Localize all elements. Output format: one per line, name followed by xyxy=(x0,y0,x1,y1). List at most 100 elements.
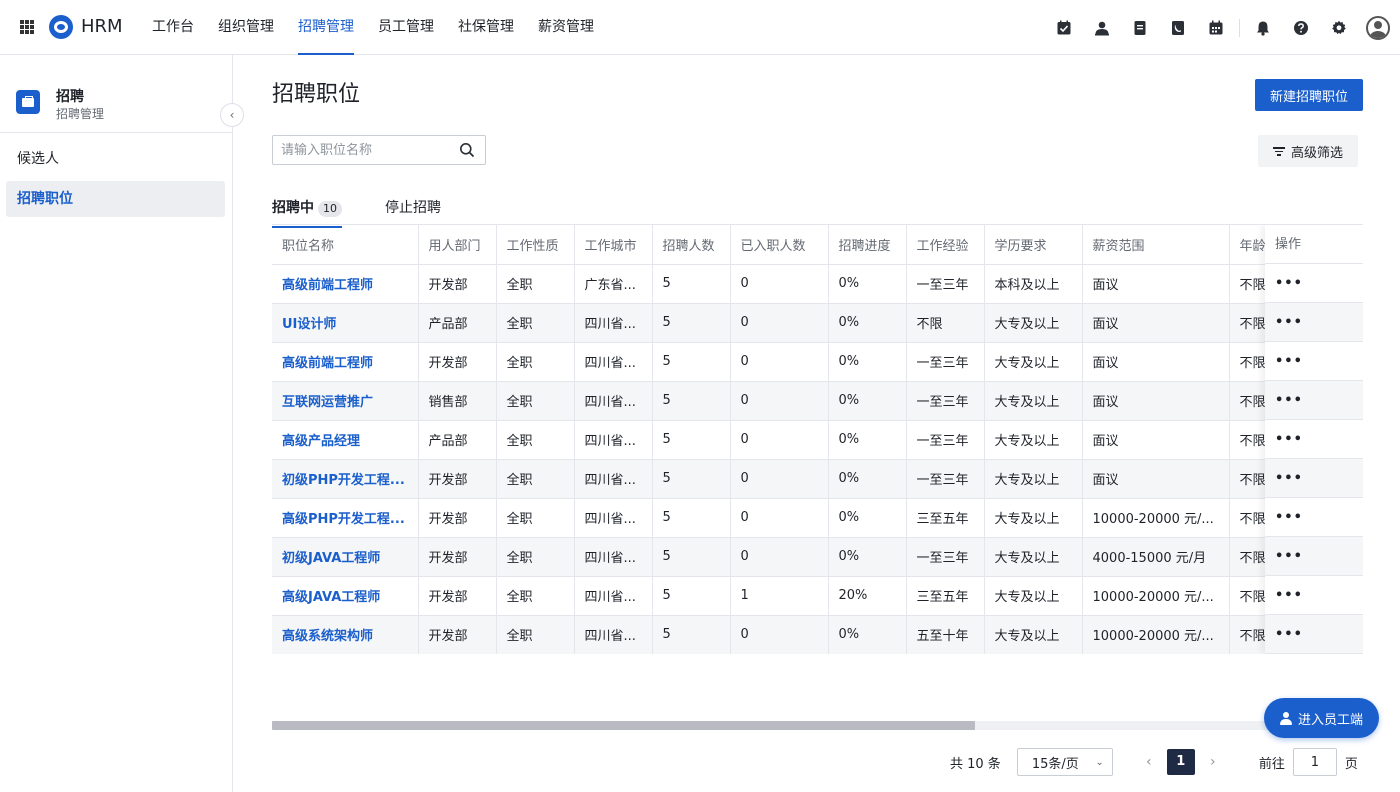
table-cell: 1 xyxy=(730,576,829,616)
create-position-button[interactable]: 新建招聘职位 xyxy=(1255,79,1363,111)
help-icon[interactable] xyxy=(1291,18,1311,38)
page-number-current[interactable]: 1 xyxy=(1166,749,1195,775)
more-actions-icon[interactable]: ••• xyxy=(1265,615,1363,654)
checkbox-icon[interactable] xyxy=(1054,18,1074,38)
table-cell: 大专及以上 xyxy=(984,459,1083,499)
tab-count-badge: 10 xyxy=(318,201,342,217)
table-cell: 产品部 xyxy=(418,420,497,460)
sidebar-item-1[interactable]: 招聘职位 xyxy=(6,181,225,217)
position-name-link[interactable]: 高级系统架构师 xyxy=(272,615,419,654)
table-cell: 面议 xyxy=(1082,342,1230,382)
position-name-link[interactable]: 互联网运营推广 xyxy=(272,381,419,421)
table-cell: 0 xyxy=(730,498,829,538)
pagination: 共 10 条 15条/页 ⌄ ‹ 1 › 前往 页 xyxy=(950,747,1358,777)
employee-portal-label: 进入员工端 xyxy=(1297,712,1363,728)
table-cell: 面议 xyxy=(1082,303,1230,343)
table-cell: 4000-15000 元/月 xyxy=(1082,537,1230,577)
scrollbar-thumb[interactable] xyxy=(272,721,975,730)
table-cell: 5 xyxy=(652,303,731,343)
table-cell: 大专及以上 xyxy=(984,381,1083,421)
position-name-link[interactable]: 初级PHP开发工程... xyxy=(272,459,419,499)
column-header: 已入职人数 xyxy=(730,225,829,265)
position-name-link[interactable]: 高级前端工程师 xyxy=(272,264,419,304)
nav-item-4[interactable]: 社保管理 xyxy=(446,0,526,55)
module-header: 招聘 招聘管理 xyxy=(0,55,232,133)
ops-header: 操作 xyxy=(1265,225,1363,264)
table-cell: 本科及以上 xyxy=(984,264,1083,304)
prev-page-button[interactable]: ‹ xyxy=(1137,754,1161,770)
jump-page-input[interactable] xyxy=(1292,748,1337,776)
collapse-sidebar-button[interactable]: ‹ xyxy=(220,103,244,127)
position-name-link[interactable]: 初级JAVA工程师 xyxy=(272,537,419,577)
module-title: 招聘 xyxy=(56,89,84,105)
avatar[interactable] xyxy=(1366,15,1390,40)
nav-item-3[interactable]: 员工管理 xyxy=(366,0,446,55)
table-cell: 10000-20000 元/... xyxy=(1082,576,1230,616)
nav-item-0[interactable]: 工作台 xyxy=(140,0,206,55)
tab-stopped[interactable]: 停止招聘 xyxy=(385,197,441,217)
table-cell: 大专及以上 xyxy=(984,576,1083,616)
table-cell: 开发部 xyxy=(418,264,497,304)
tab-recruiting[interactable]: 招聘中 10 xyxy=(272,197,342,228)
column-header: 工作经验 xyxy=(906,225,985,265)
more-actions-icon[interactable]: ••• xyxy=(1265,537,1363,576)
chevron-left-icon: ‹ xyxy=(229,108,235,122)
table-cell: 5 xyxy=(652,537,731,577)
operations-column: 操作 ••• ••• ••• ••• ••• ••• ••• ••• ••• ••• xyxy=(1265,225,1363,654)
briefcase-icon xyxy=(16,90,40,114)
top-icons xyxy=(1045,0,1400,55)
more-actions-icon[interactable]: ••• xyxy=(1265,576,1363,615)
search-icon[interactable] xyxy=(459,142,475,158)
horizontal-scrollbar[interactable] xyxy=(272,721,1363,730)
table-cell: 0% xyxy=(828,264,907,304)
table-cell: 产品部 xyxy=(418,303,497,343)
bell-icon[interactable] xyxy=(1253,18,1273,38)
table-cell: 一至三年 xyxy=(906,264,985,304)
app-grid-icon[interactable] xyxy=(20,20,34,34)
contacts-icon[interactable] xyxy=(1168,18,1188,38)
table-cell: 开发部 xyxy=(418,576,497,616)
document-icon[interactable] xyxy=(1130,18,1150,38)
table-cell: 10000-20000 元/... xyxy=(1082,615,1230,654)
sidebar: 招聘 招聘管理 候选人招聘职位 xyxy=(0,55,233,792)
table-cell: 四川省... xyxy=(574,420,653,460)
gear-icon[interactable] xyxy=(1329,18,1349,38)
position-name-link[interactable]: 高级JAVA工程师 xyxy=(272,576,419,616)
next-page-button[interactable]: › xyxy=(1201,754,1225,770)
more-actions-icon[interactable]: ••• xyxy=(1265,303,1363,342)
table-cell: 全职 xyxy=(496,303,575,343)
table-cell: 四川省... xyxy=(574,459,653,499)
page-size-select[interactable]: 15条/页 ⌄ xyxy=(1016,748,1113,776)
nav-item-1[interactable]: 组织管理 xyxy=(206,0,286,55)
more-actions-icon[interactable]: ••• xyxy=(1265,264,1363,303)
calendar-icon[interactable] xyxy=(1206,18,1226,38)
position-name-link[interactable]: 高级PHP开发工程... xyxy=(272,498,419,538)
table-cell: 0 xyxy=(730,459,829,499)
more-actions-icon[interactable]: ••• xyxy=(1265,381,1363,420)
enter-employee-portal-button[interactable]: 进入员工端 xyxy=(1264,698,1379,738)
advanced-filter-button[interactable]: 高级筛选 xyxy=(1258,135,1358,167)
search-input[interactable] xyxy=(281,141,451,159)
position-name-link[interactable]: UI设计师 xyxy=(272,303,419,343)
table-cell: 0 xyxy=(730,342,829,382)
table-cell: 面议 xyxy=(1082,264,1230,304)
sidebar-menu: 候选人 招聘职位 xyxy=(6,141,225,221)
nav-item-5[interactable]: 薪资管理 xyxy=(526,0,606,55)
position-name-link[interactable]: 高级产品经理 xyxy=(272,420,419,460)
more-actions-icon[interactable]: ••• xyxy=(1265,420,1363,459)
table-cell: 开发部 xyxy=(418,498,497,538)
table-cell: 5 xyxy=(652,381,731,421)
table-cell: 五至十年 xyxy=(906,615,985,654)
table-cell: 开发部 xyxy=(418,459,497,499)
table-cell: 全职 xyxy=(496,615,575,654)
table-cell: 开发部 xyxy=(418,615,497,654)
more-actions-icon[interactable]: ••• xyxy=(1265,498,1363,537)
more-actions-icon[interactable]: ••• xyxy=(1265,342,1363,381)
more-actions-icon[interactable]: ••• xyxy=(1265,459,1363,498)
positions-table-grid: 职位名称 用人部门 工作性质 工作城市 招聘人数 已入职人数 招聘进度 工作经验 学历要求 薪资范… xyxy=(272,225,1350,654)
user-icon[interactable] xyxy=(1092,18,1112,38)
nav-item-2[interactable]: 招聘管理 xyxy=(286,0,366,55)
table-row: 高级产品经理 产品部 全职 四川省... 5 0 0% 一至三年 大专及以上 面议 不限 xyxy=(272,420,1350,460)
sidebar-item-0[interactable]: 候选人 xyxy=(6,141,225,177)
position-name-link[interactable]: 高级前端工程师 xyxy=(272,342,419,382)
